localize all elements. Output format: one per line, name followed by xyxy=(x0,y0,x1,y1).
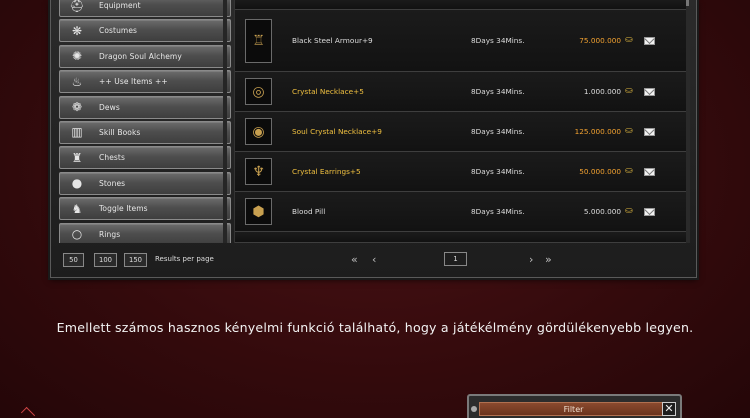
costume-icon: ❋ xyxy=(71,23,83,38)
category-label: Skill Books xyxy=(99,127,141,137)
category-label: Equipment xyxy=(99,1,141,10)
close-icon[interactable]: ✕ xyxy=(662,402,676,416)
item-row[interactable]: ⬢ Blood Pill 8Days 34Mins. 5.000.000 ⛀ xyxy=(235,192,686,232)
category-skill-books[interactable]: ▥ Skill Books xyxy=(59,120,231,144)
dew-icon: ❁ xyxy=(71,100,83,115)
category-label: Stones xyxy=(99,178,126,188)
category-rings[interactable]: ○ Rings xyxy=(59,222,231,243)
buy-coins-icon[interactable]: ⛀ xyxy=(625,35,633,45)
category-chests[interactable]: ♜ Chests xyxy=(59,146,231,170)
decorative-arrow-icon xyxy=(20,406,36,418)
armour-icon: ♖ xyxy=(245,19,272,63)
category-use-items[interactable]: ♨ ++ Use Items ++ xyxy=(59,70,231,94)
filter-panel: Filter ✕ xyxy=(467,394,682,418)
category-dragon-soul-alchemy[interactable]: ✺ Dragon Soul Alchemy xyxy=(59,44,231,68)
book-icon: ▥ xyxy=(71,125,83,140)
marketplace-window: ⛑ Equipment ❋ Costumes ✺ Dragon Soul Alchemy ♨… xyxy=(50,0,697,278)
potion-icon: ♨ xyxy=(71,74,83,89)
rpp-150-button[interactable]: 150 xyxy=(124,253,147,267)
page-number-field[interactable]: 1 xyxy=(444,252,467,266)
stone-icon: ● xyxy=(71,176,83,191)
category-label: ++ Use Items ++ xyxy=(99,77,168,87)
item-row[interactable]: ◉ Soul Crystal Necklace+9 8Days 34Mins. 125… xyxy=(235,112,686,152)
earrings-icon: ♆ xyxy=(245,158,272,185)
category-costumes[interactable]: ❋ Costumes xyxy=(59,19,231,43)
filter-title-bar[interactable]: Filter xyxy=(479,402,668,416)
category-label: Dragon Soul Alchemy xyxy=(99,51,182,61)
category-label: Costumes xyxy=(99,26,138,36)
dragon-soul-icon: ✺ xyxy=(71,49,83,64)
rpp-100-button[interactable]: 100 xyxy=(94,253,117,267)
item-name: Black Steel Armour+9 xyxy=(292,36,373,45)
item-price: 5.000.000 xyxy=(583,207,621,216)
item-price: 125.000.000 xyxy=(574,127,621,136)
item-row[interactable]: ♖ Black Steel Armour+9 8Days 34Mins. 75.000… xyxy=(235,10,686,72)
pin-icon[interactable] xyxy=(471,406,477,412)
item-row[interactable]: ♆ Crystal Earrings+5 8Days 34Mins. 50.000.0… xyxy=(235,152,686,192)
item-name: Blood Pill xyxy=(292,207,326,216)
item-name: Crystal Necklace+5 xyxy=(292,87,364,96)
next-page-button[interactable]: › xyxy=(529,253,533,267)
category-label: Dews xyxy=(99,102,120,112)
first-page-button[interactable]: « xyxy=(351,253,358,267)
item-time-left: 8Days 34Mins. xyxy=(471,127,525,136)
message-seller-icon[interactable] xyxy=(644,88,655,96)
category-equipment[interactable]: ⛑ Equipment xyxy=(59,0,231,17)
horse-icon: ♞ xyxy=(71,201,83,216)
soul-necklace-icon: ◉ xyxy=(245,118,272,145)
category-sidebar: ⛑ Equipment ❋ Costumes ✺ Dragon Soul Alchemy ♨… xyxy=(59,0,231,243)
item-row[interactable]: ◎ Crystal Necklace+5 8Days 34Mins. 1.000.00… xyxy=(235,72,686,112)
category-label: Toggle Items xyxy=(99,204,148,214)
rpp-50-button[interactable]: 50 xyxy=(63,253,84,267)
item-time-left: 8Days 34Mins. xyxy=(471,207,525,216)
item-list: ♖ Black Steel Armour+9 8Days 34Mins. 75.000… xyxy=(234,0,690,243)
sidebar-scrollbar[interactable] xyxy=(223,0,227,243)
message-seller-icon[interactable] xyxy=(644,208,655,216)
sack-icon: ♜ xyxy=(71,150,83,165)
buy-coins-icon[interactable]: ⛀ xyxy=(625,206,633,216)
prev-page-button[interactable]: ‹ xyxy=(372,253,376,267)
necklace-icon: ◎ xyxy=(245,78,272,105)
item-price: 75.000.000 xyxy=(579,36,621,45)
description-caption: Emellett számos hasznos kényelmi funkció… xyxy=(56,320,694,335)
category-label: Rings xyxy=(99,229,121,239)
last-page-button[interactable]: » xyxy=(545,253,552,267)
item-row-partial[interactable] xyxy=(235,0,686,10)
helmet-icon: ⛑ xyxy=(69,0,85,13)
message-seller-icon[interactable] xyxy=(644,37,655,45)
item-time-left: 8Days 34Mins. xyxy=(471,167,525,176)
item-name: Soul Crystal Necklace+9 xyxy=(292,127,382,136)
item-row-partial[interactable] xyxy=(235,232,686,243)
pagination-bar: 50 100 150 Results per page « ‹ 1 › » xyxy=(59,249,690,271)
message-seller-icon[interactable] xyxy=(644,128,655,136)
message-seller-icon[interactable] xyxy=(644,168,655,176)
item-price: 1.000.000 xyxy=(583,87,621,96)
ring-icon: ○ xyxy=(71,227,83,242)
item-name: Crystal Earrings+5 xyxy=(292,167,361,176)
category-stones[interactable]: ● Stones xyxy=(59,171,231,195)
item-time-left: 8Days 34Mins. xyxy=(471,87,525,96)
buy-coins-icon[interactable]: ⛀ xyxy=(625,166,633,176)
results-per-page-label: Results per page xyxy=(155,255,214,263)
category-dews[interactable]: ❁ Dews xyxy=(59,95,231,119)
category-toggle-items[interactable]: ♞ Toggle Items xyxy=(59,197,231,221)
buy-coins-icon[interactable]: ⛀ xyxy=(625,86,633,96)
item-price: 50.000.000 xyxy=(579,167,621,176)
category-label: Chests xyxy=(99,153,125,163)
item-time-left: 8Days 34Mins. xyxy=(471,36,525,45)
pill-icon: ⬢ xyxy=(245,198,272,225)
buy-coins-icon[interactable]: ⛀ xyxy=(625,126,633,136)
